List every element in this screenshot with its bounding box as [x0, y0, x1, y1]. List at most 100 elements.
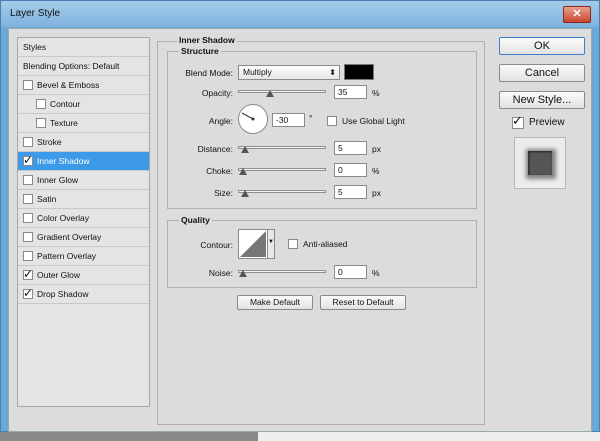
- caret-down-icon: ▼: [268, 239, 274, 245]
- blend-mode-label: Blend Mode:: [185, 68, 233, 78]
- contour-picker[interactable]: [238, 229, 268, 259]
- distance-label: Distance:: [197, 144, 233, 154]
- style-item-label: Satin: [37, 194, 57, 204]
- make-default-button[interactable]: Make Default: [237, 295, 313, 310]
- shadow-color-swatch[interactable]: [344, 64, 374, 80]
- style-item-drop-shadow[interactable]: ✓ Drop Shadow: [18, 285, 149, 304]
- distance-slider-thumb[interactable]: [240, 146, 249, 153]
- anti-aliased-label: Anti-aliased: [303, 239, 348, 249]
- layer-style-window: Layer Style ✕ Styles Blending Options: D…: [0, 0, 600, 432]
- style-item-label: Inner Shadow: [37, 156, 90, 166]
- opacity-input[interactable]: 35: [334, 85, 367, 99]
- linear-contour-icon: [240, 231, 266, 257]
- style-checkbox-stroke[interactable]: [23, 137, 33, 147]
- style-item-contour[interactable]: Contour: [18, 95, 149, 114]
- close-button[interactable]: ✕: [563, 6, 591, 23]
- style-checkbox-inner-glow[interactable]: [23, 175, 33, 185]
- choke-input[interactable]: 0: [334, 163, 367, 177]
- size-slider-thumb[interactable]: [240, 190, 249, 197]
- style-item-inner-shadow[interactable]: ✓ Inner Shadow: [18, 152, 149, 171]
- cancel-button[interactable]: Cancel: [499, 64, 585, 82]
- check-icon: ✓: [23, 286, 34, 300]
- style-item-stroke[interactable]: Stroke: [18, 133, 149, 152]
- angle-label: Angle:: [208, 116, 233, 126]
- style-checkbox-gradient-overlay[interactable]: [23, 232, 33, 242]
- style-item-pattern-overlay[interactable]: Pattern Overlay: [18, 247, 149, 266]
- blend-mode-select[interactable]: Multiply ⬍: [238, 65, 340, 80]
- size-input[interactable]: 5: [334, 185, 367, 199]
- updown-icon: ⬍: [329, 68, 336, 77]
- distance-input[interactable]: 5: [334, 141, 367, 155]
- style-checkbox-outer-glow[interactable]: ✓: [23, 267, 34, 281]
- close-icon: ✕: [572, 8, 582, 20]
- angle-input[interactable]: -30: [272, 113, 305, 127]
- style-item-outer-glow[interactable]: ✓ Outer Glow: [18, 266, 149, 285]
- noise-slider[interactable]: [238, 270, 326, 277]
- size-unit: px: [372, 188, 381, 198]
- preview-checkbox[interactable]: ✓: [512, 113, 524, 129]
- style-checkbox-drop-shadow[interactable]: ✓: [23, 286, 34, 300]
- choke-slider[interactable]: [238, 168, 326, 175]
- global-light-label: Use Global Light: [342, 116, 405, 126]
- noise-slider-thumb[interactable]: [239, 270, 247, 277]
- style-item-label: Drop Shadow: [37, 289, 89, 299]
- style-item-label: Stroke: [37, 137, 62, 147]
- reset-default-button[interactable]: Reset to Default: [320, 295, 406, 310]
- angle-dial-needle: [241, 112, 255, 121]
- style-item-label: Bevel & Emboss: [37, 80, 100, 90]
- degree-unit: °: [309, 113, 313, 123]
- style-item-texture[interactable]: Texture: [18, 114, 149, 133]
- title-bar[interactable]: Layer Style ✕: [1, 1, 599, 27]
- blending-options-item[interactable]: Blending Options: Default: [18, 57, 149, 76]
- preview-swatch: [528, 151, 552, 175]
- styles-header[interactable]: Styles: [18, 38, 149, 57]
- style-checkbox-satin[interactable]: [23, 194, 33, 204]
- style-checkbox-color-overlay[interactable]: [23, 213, 33, 223]
- check-icon: ✓: [23, 153, 34, 167]
- inner-shadow-title: Inner Shadow: [177, 35, 237, 45]
- anti-aliased-checkbox[interactable]: [288, 239, 298, 249]
- contour-label: Contour:: [200, 240, 233, 250]
- distance-slider[interactable]: [238, 146, 326, 153]
- dialog-body: Styles Blending Options: Default Bevel &…: [8, 28, 592, 432]
- size-label: Size:: [214, 188, 233, 198]
- choke-unit: %: [372, 166, 380, 176]
- size-slider[interactable]: [238, 190, 326, 197]
- style-checkbox-contour[interactable]: [36, 99, 46, 109]
- check-icon: ✓: [23, 267, 34, 281]
- new-style-button[interactable]: New Style...: [499, 91, 585, 109]
- style-item-label: Pattern Overlay: [37, 251, 97, 261]
- style-item-label: Texture: [50, 118, 78, 128]
- style-checkbox-texture[interactable]: [36, 118, 46, 128]
- style-checkbox-inner-shadow[interactable]: ✓: [23, 153, 34, 167]
- noise-input[interactable]: 0: [334, 265, 367, 279]
- style-item-inner-glow[interactable]: Inner Glow: [18, 171, 149, 190]
- style-item-label: Outer Glow: [37, 270, 80, 280]
- preview-thumbnail: [514, 137, 566, 189]
- styles-list: Styles Blending Options: Default Bevel &…: [17, 37, 150, 407]
- opacity-unit: %: [372, 88, 380, 98]
- style-checkbox-bevel-emboss[interactable]: [23, 80, 33, 90]
- opacity-slider[interactable]: [238, 90, 326, 97]
- choke-slider-thumb[interactable]: [239, 168, 247, 175]
- choke-label: Choke:: [206, 166, 233, 176]
- angle-dial[interactable]: [238, 104, 268, 134]
- style-item-bevel-emboss[interactable]: Bevel & Emboss: [18, 76, 149, 95]
- bottom-strip-shade: [0, 432, 258, 441]
- style-checkbox-pattern-overlay[interactable]: [23, 251, 33, 261]
- style-item-color-overlay[interactable]: Color Overlay: [18, 209, 149, 228]
- style-item-satin[interactable]: Satin: [18, 190, 149, 209]
- global-light-checkbox[interactable]: [327, 116, 337, 126]
- contour-dropdown-arrow[interactable]: ▼: [268, 229, 275, 259]
- opacity-slider-thumb[interactable]: [266, 90, 275, 97]
- noise-unit: %: [372, 268, 380, 278]
- style-item-label: Color Overlay: [37, 213, 89, 223]
- quality-title: Quality: [179, 215, 212, 225]
- style-item-label: Inner Glow: [37, 175, 79, 185]
- structure-title: Structure: [179, 46, 221, 56]
- opacity-label: Opacity:: [201, 88, 233, 98]
- window-title: Layer Style: [10, 8, 61, 19]
- ok-button[interactable]: OK: [499, 37, 585, 55]
- check-icon: ✓: [512, 113, 523, 128]
- style-item-gradient-overlay[interactable]: Gradient Overlay: [18, 228, 149, 247]
